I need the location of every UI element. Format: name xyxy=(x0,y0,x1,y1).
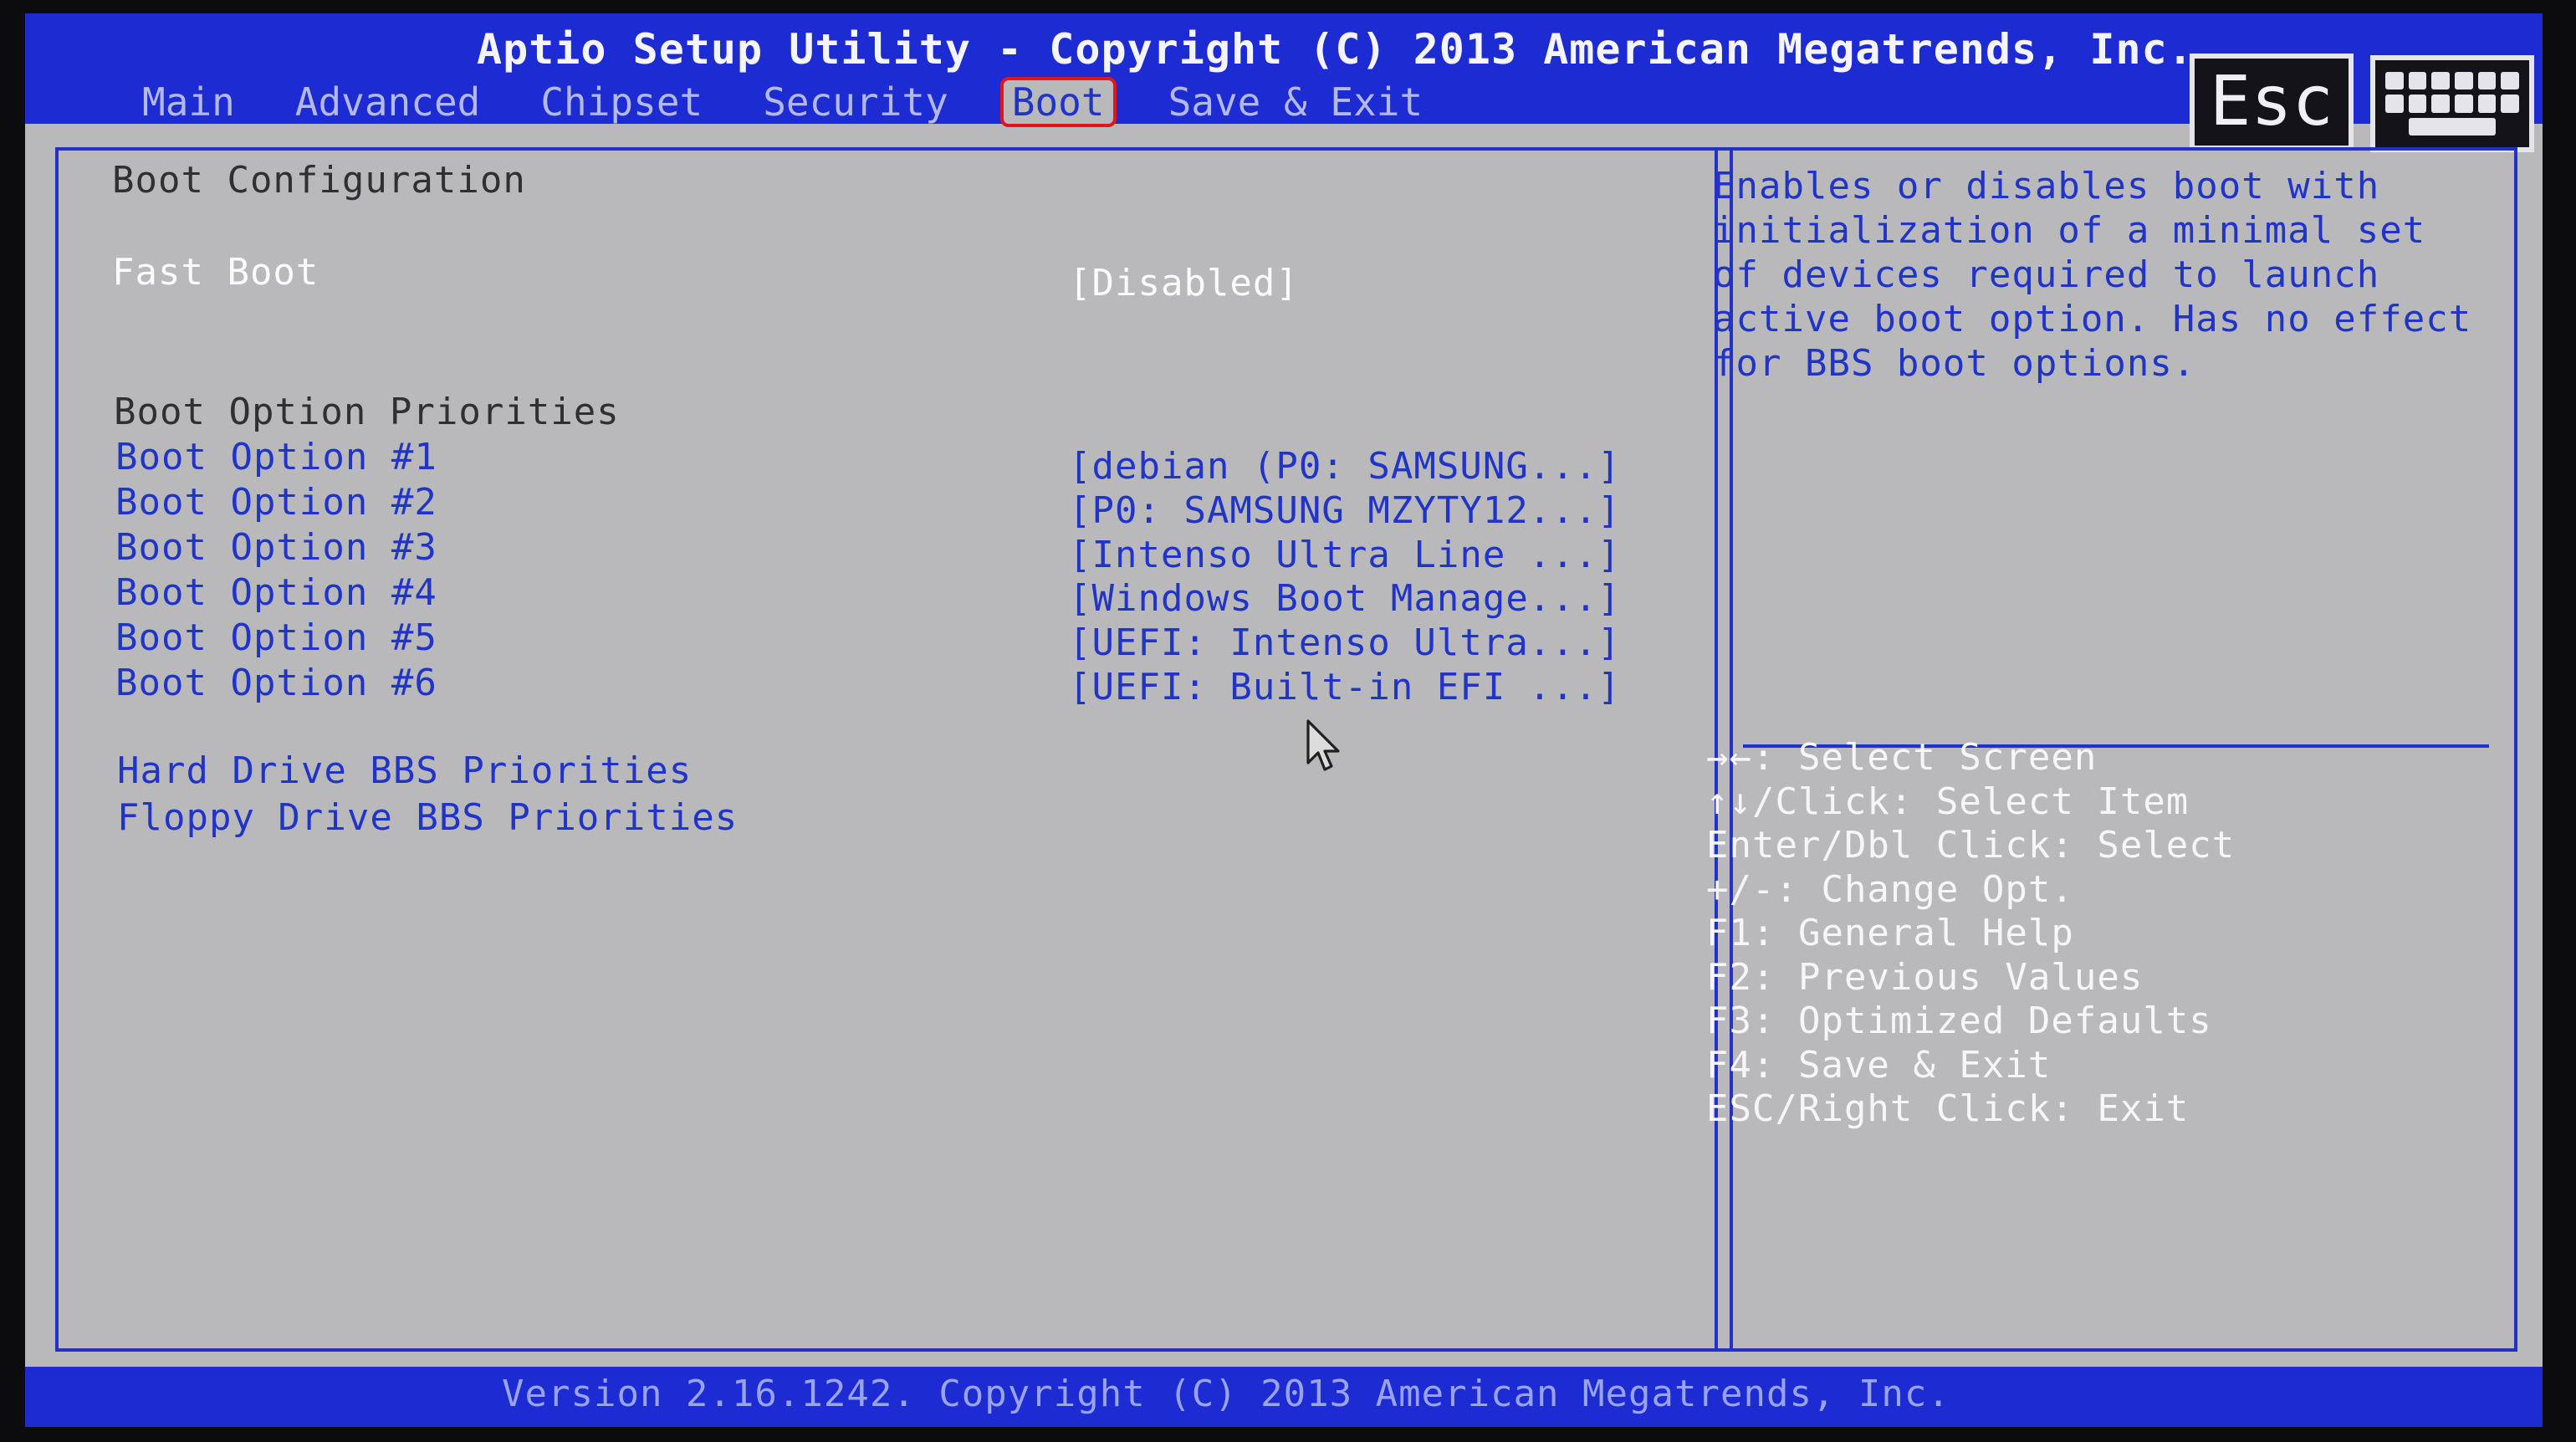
key-glyph xyxy=(2385,95,2404,113)
boot-option-3-label[interactable]: Boot Option #3 xyxy=(115,526,437,569)
key-glyph xyxy=(2501,72,2519,90)
key-legend-item: F2: Previous Values xyxy=(1706,955,2144,999)
tab-main[interactable]: Main xyxy=(134,77,243,127)
boot-option-5-label[interactable]: Boot Option #5 xyxy=(115,616,437,659)
boot-option-2-value[interactable]: [P0: SAMSUNG MZYTY12...] xyxy=(1069,489,1621,532)
key-glyph xyxy=(2408,72,2427,90)
key-glyph xyxy=(2454,95,2473,113)
key-glyph xyxy=(2385,72,2404,90)
boot-option-2-label[interactable]: Boot Option #2 xyxy=(115,481,437,524)
key-legend-item: →←: Select Screen xyxy=(1706,736,2098,779)
tab-advanced[interactable]: Advanced xyxy=(287,77,489,127)
hard-drive-bbs-priorities[interactable]: Hard Drive BBS Priorities xyxy=(117,749,692,792)
key-legend-item: ESC/Right Click: Exit xyxy=(1706,1087,2190,1130)
boot-option-5-value[interactable]: [UEFI: Intenso Ultra...] xyxy=(1069,621,1621,664)
help-description: Enables or disables boot with initializa… xyxy=(1713,165,2495,385)
key-legend-item: ↑↓/Click: Select Item xyxy=(1706,780,2190,823)
tab-chipset[interactable]: Chipset xyxy=(532,77,711,127)
esc-button[interactable]: Esc xyxy=(2190,54,2354,151)
key-glyph xyxy=(2477,95,2497,113)
version-text: Version 2.16.1242. Copyright (C) 2013 Am… xyxy=(502,1373,1950,1415)
fast-boot-value[interactable]: [Disabled] xyxy=(1069,262,1299,304)
tab-save-exit[interactable]: Save & Exit xyxy=(1160,77,1432,127)
key-legend: →←: Select Screen ↑↓/Click: Select Item … xyxy=(1706,736,2235,1132)
key-glyph xyxy=(2408,117,2497,136)
key-legend-item: F3: Optimized Defaults xyxy=(1706,1000,2212,1042)
floppy-drive-bbs-priorities[interactable]: Floppy Drive BBS Priorities xyxy=(117,796,738,839)
key-legend-item: Enter/Dbl Click: Select xyxy=(1706,824,2236,867)
header-bar: Aptio Setup Utility - Copyright (C) 2013… xyxy=(25,13,2543,127)
boot-option-4-label[interactable]: Boot Option #4 xyxy=(115,571,437,614)
fast-boot-label[interactable]: Fast Boot xyxy=(112,251,319,294)
key-legend-item: F1: General Help xyxy=(1706,912,2074,954)
key-glyph xyxy=(2454,72,2473,90)
mouse-pointer-icon xyxy=(1306,719,1340,771)
key-legend-item: F4: Save & Exit xyxy=(1706,1043,2052,1087)
key-glyph xyxy=(2408,95,2427,113)
boot-option-1-value[interactable]: [debian (P0: SAMSUNG...] xyxy=(1069,445,1621,488)
section-title: Boot Configuration xyxy=(112,159,526,202)
boot-option-1-label[interactable]: Boot Option #1 xyxy=(115,436,437,478)
tab-bar: Main Advanced Chipset Security Boot Save… xyxy=(134,77,1431,127)
key-legend-item: +/-: Change Opt. xyxy=(1706,867,2074,911)
priorities-title: Boot Option Priorities xyxy=(114,391,620,433)
boot-option-4-value[interactable]: [Windows Boot Manage...] xyxy=(1069,577,1621,620)
tab-security[interactable]: Security xyxy=(754,77,957,127)
window-title: Aptio Setup Utility - Copyright (C) 2013… xyxy=(477,25,2194,74)
boot-option-6-label[interactable]: Boot Option #6 xyxy=(115,662,437,704)
key-glyph xyxy=(2477,72,2497,90)
boot-option-3-value[interactable]: [Intenso Ultra Line ...] xyxy=(1069,534,1621,576)
boot-option-6-value[interactable]: [UEFI: Built-in EFI ...] xyxy=(1069,666,1621,708)
key-glyph xyxy=(2431,95,2450,113)
key-glyph xyxy=(2501,95,2519,113)
tab-boot[interactable]: Boot xyxy=(999,77,1117,127)
keyboard-icon[interactable] xyxy=(2370,55,2534,152)
key-glyph xyxy=(2431,72,2450,90)
